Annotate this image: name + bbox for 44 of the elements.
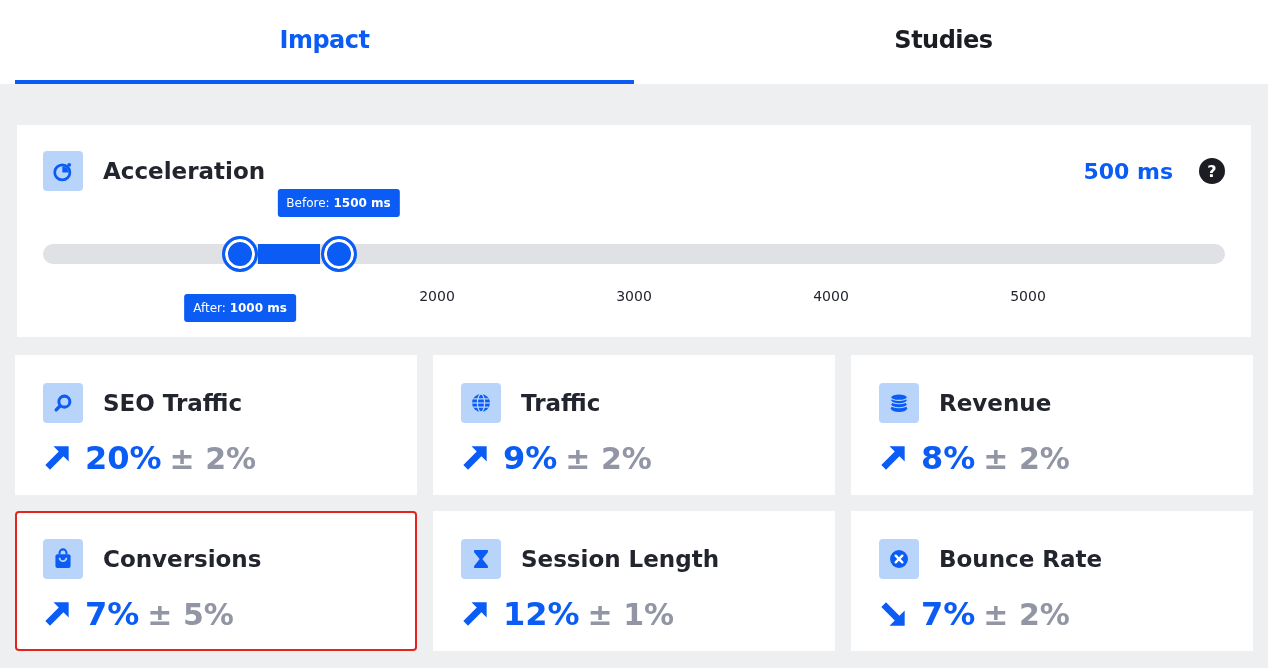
metric-value: 12% [503, 595, 580, 633]
metric-value: 8% [921, 439, 976, 477]
globe-icon [470, 392, 492, 414]
tick-label: 4000 [813, 288, 849, 304]
metric-margin: ± 5% [147, 597, 234, 632]
tab[interactable]: Studies [634, 0, 1253, 84]
slider-tooltip: After: 1000 ms [184, 294, 296, 322]
tick-label: 5000 [1010, 288, 1046, 304]
stopwatch-icon [52, 160, 74, 182]
coin-stack-icon [888, 392, 910, 414]
metric-card[interactable]: Session Length 12% ± 1% [433, 511, 835, 651]
slider-tooltip: Before: 1500 ms [277, 189, 400, 217]
metric-margin: ± 2% [565, 441, 652, 476]
metric-card[interactable]: Traffic 9% ± 2% [433, 355, 835, 495]
slider-handle[interactable] [320, 236, 357, 272]
metric-title: Conversions [103, 546, 262, 572]
metric-margin: ± 2% [983, 597, 1070, 632]
slider-range [258, 244, 321, 264]
tab[interactable]: Impact [15, 0, 634, 84]
metric-title: Revenue [939, 390, 1052, 416]
tick-label: 2000 [419, 288, 455, 304]
search-icon [52, 392, 74, 414]
metric-margin: ± 2% [983, 441, 1070, 476]
shopping-bag-icon [52, 548, 74, 570]
metric-title: Session Length [521, 546, 720, 572]
x-circle-icon [888, 548, 910, 570]
metric-title: Bounce Rate [939, 546, 1103, 572]
metric-value: 20% [85, 439, 162, 477]
tick-label: 3000 [616, 288, 652, 304]
metric-card[interactable]: Bounce Rate 7% ± 2% [851, 511, 1253, 651]
metric-value: 7% [921, 595, 976, 633]
metric-margin: ± 2% [169, 441, 257, 476]
card-title: Acceleration [103, 158, 266, 184]
metric-margin: ± 1% [587, 597, 675, 632]
metric-value: 9% [503, 439, 558, 477]
metric-card[interactable]: SEO Traffic 20% ± 2% [15, 355, 417, 495]
acceleration-value: 500 ms [1083, 158, 1173, 184]
metric-title: SEO Traffic [103, 390, 243, 416]
metric-title: Traffic [521, 390, 601, 416]
help-icon[interactable]: ? [1199, 158, 1225, 184]
metric-card[interactable]: Revenue 8% ± 2% [851, 355, 1253, 495]
metric-card[interactable]: Conversions 7% ± 5% [15, 511, 417, 651]
slider-handle[interactable] [222, 236, 259, 272]
metric-value: 7% [85, 595, 140, 633]
